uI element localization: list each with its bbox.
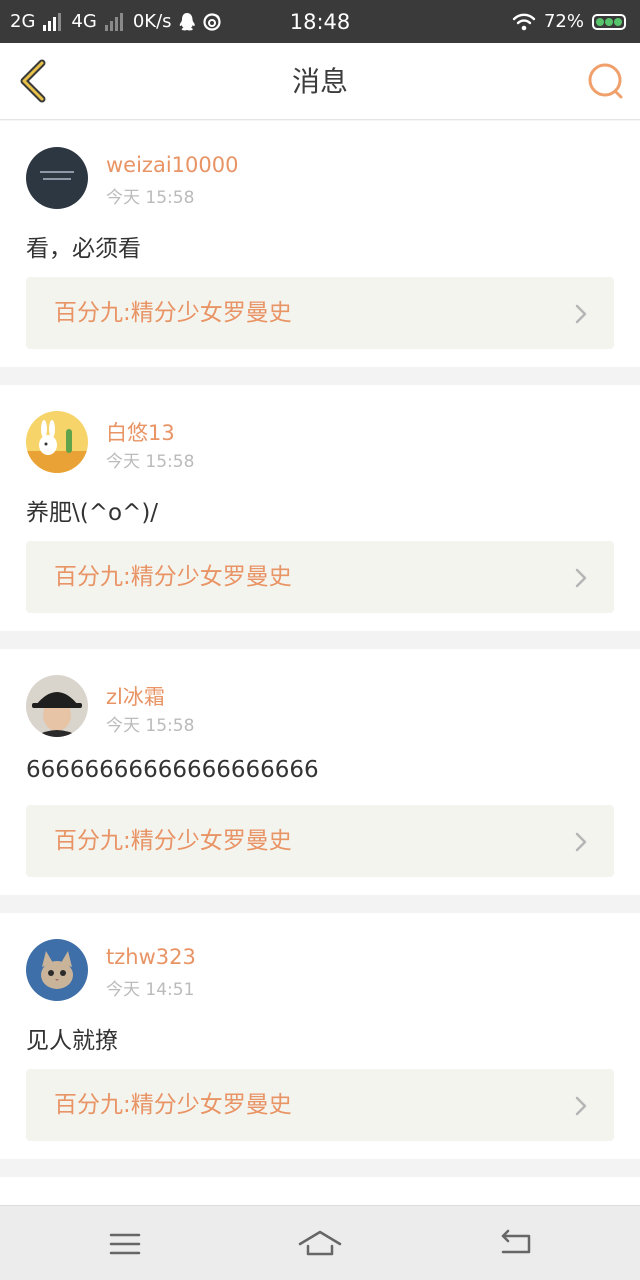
network-4g-label: 4G <box>71 11 97 32</box>
chevron-right-icon <box>575 304 587 324</box>
story-link-title: 百分九:精分少女罗曼史 <box>54 828 292 854</box>
wifi-icon <box>512 13 536 31</box>
story-link-title: 百分九:精分少女罗曼史 <box>54 300 292 326</box>
username[interactable]: 白悠13 <box>106 417 175 447</box>
chevron-right-icon <box>575 832 587 852</box>
avatar[interactable] <box>26 411 88 473</box>
system-nav-bar <box>0 1205 640 1280</box>
home-button[interactable] <box>298 1224 342 1264</box>
timestamp: 今天 15:58 <box>106 452 195 472</box>
story-link-title: 百分九:精分少女罗曼史 <box>54 1092 292 1118</box>
signal-icon <box>104 12 123 31</box>
avatar[interactable] <box>26 675 88 737</box>
divider <box>0 631 640 649</box>
message-card: zl冰霜 今天 15:58 66666666666666666666 百分九:精… <box>0 649 640 895</box>
back-system-button[interactable] <box>493 1224 537 1264</box>
return-icon <box>501 1229 531 1254</box>
story-link[interactable]: 百分九:精分少女罗曼史 <box>26 541 614 613</box>
message-content: 66666666666666666666 <box>26 757 319 783</box>
message-card: 白悠13 今天 15:58 养肥\(^o^)/ 百分九:精分少女罗曼史 <box>0 385 640 631</box>
network-2g-label: 2G <box>10 11 36 32</box>
message-content: 养肥\(^o^)/ <box>26 500 159 526</box>
avatar[interactable] <box>26 939 88 1001</box>
story-link[interactable]: 百分九:精分少女罗曼史 <box>26 805 614 877</box>
weibo-icon <box>202 12 222 32</box>
chevron-right-icon <box>575 1096 587 1116</box>
status-bar: 2G 4G 0K/s 18:48 72% <box>0 0 640 43</box>
username[interactable]: zl冰霜 <box>106 681 165 711</box>
page-title: 消息 <box>291 65 348 98</box>
chevron-right-icon <box>575 568 587 588</box>
divider <box>0 367 640 385</box>
story-link-title: 百分九:精分少女罗曼史 <box>54 564 292 590</box>
app-header: 消息 <box>0 43 640 120</box>
signal-icon <box>43 12 62 31</box>
username[interactable]: tzhw323 <box>106 945 196 969</box>
timestamp: 今天 15:58 <box>106 188 195 208</box>
menu-icon <box>109 1233 141 1255</box>
battery-percent: 72% <box>543 11 584 32</box>
network-speed: 0K/s <box>132 11 172 32</box>
timestamp: 今天 14:51 <box>106 980 195 1000</box>
timestamp: 今天 15:58 <box>106 716 195 736</box>
menu-button[interactable] <box>103 1224 147 1264</box>
home-icon <box>298 1230 342 1256</box>
username[interactable]: weizai10000 <box>106 153 238 177</box>
message-card: tzhw323 今天 14:51 见人就撩 百分九:精分少女罗曼史 <box>0 913 640 1159</box>
divider <box>0 1159 640 1177</box>
message-card: weizai10000 今天 15:58 看，必须看 百分九:精分少女罗曼史 <box>0 121 640 367</box>
battery-icon <box>592 13 626 30</box>
search-icon <box>588 63 623 99</box>
story-link[interactable]: 百分九:精分少女罗曼史 <box>26 1069 614 1141</box>
message-content: 见人就撩 <box>26 1028 118 1054</box>
search-button[interactable] <box>586 61 626 101</box>
message-content: 看，必须看 <box>26 236 141 262</box>
qq-icon <box>178 12 196 32</box>
story-link[interactable]: 百分九:精分少女罗曼史 <box>26 277 614 349</box>
divider <box>0 895 640 913</box>
message-list: weizai10000 今天 15:58 看，必须看 百分九:精分少女罗曼史 白… <box>0 121 640 1277</box>
avatar[interactable] <box>26 147 88 209</box>
